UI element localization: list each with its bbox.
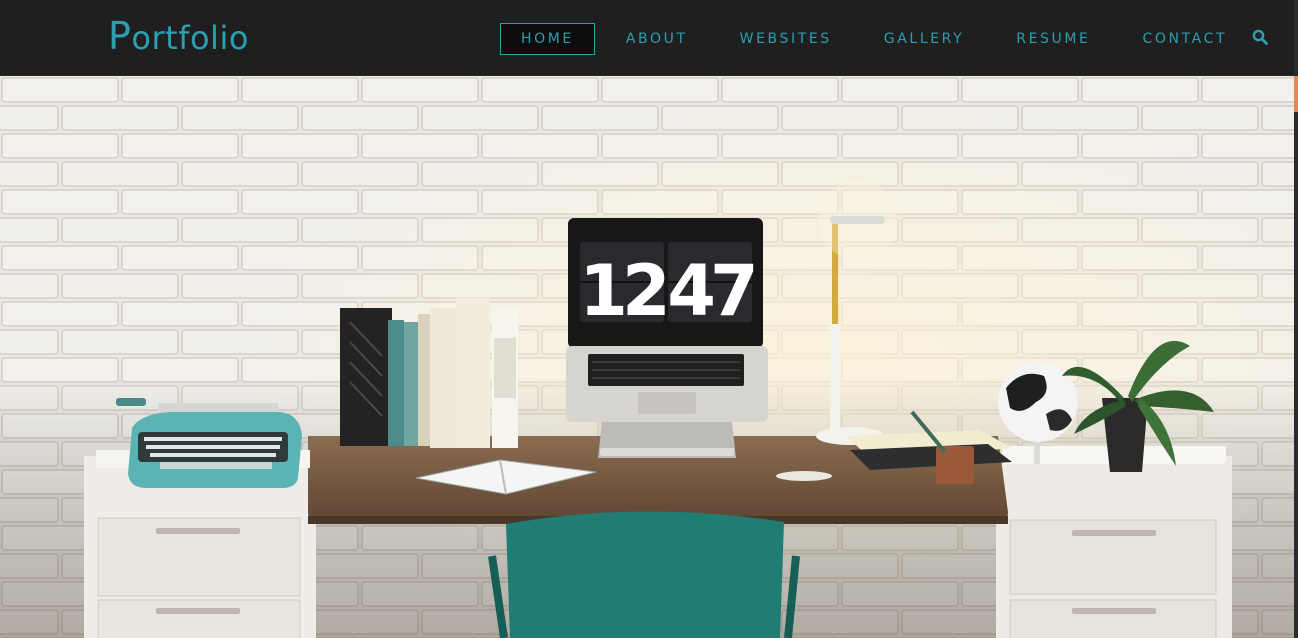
hero-image: 12 47 PM bbox=[0, 76, 1294, 638]
nav-websites[interactable]: WEBSITES bbox=[719, 23, 853, 55]
page-scrollbar[interactable] bbox=[1294, 0, 1298, 638]
nav-gallery[interactable]: GALLERY bbox=[863, 23, 985, 55]
clock-minute: 47 bbox=[667, 250, 754, 332]
brand-text: ortfolio bbox=[131, 19, 249, 57]
search-icon[interactable] bbox=[1252, 29, 1268, 45]
top-navbar: Portfolio HOME ABOUT WEBSITES GALLERY RE… bbox=[0, 0, 1294, 76]
nav-home[interactable]: HOME bbox=[500, 23, 595, 55]
clock-hour: 12 bbox=[579, 250, 665, 332]
brand-initial: P bbox=[108, 14, 132, 58]
clock-meridiem: PM bbox=[587, 307, 601, 316]
brand-logo[interactable]: Portfolio bbox=[108, 14, 249, 60]
main-nav: HOME ABOUT WEBSITES GALLERY RESUME CONTA… bbox=[500, 23, 1248, 55]
nav-contact[interactable]: CONTACT bbox=[1122, 23, 1249, 55]
hero-desk-illustration: 12 47 PM bbox=[0, 76, 1294, 638]
scrollbar-thumb[interactable] bbox=[1294, 76, 1298, 112]
nav-about[interactable]: ABOUT bbox=[605, 23, 709, 55]
nav-resume[interactable]: RESUME bbox=[995, 23, 1111, 55]
